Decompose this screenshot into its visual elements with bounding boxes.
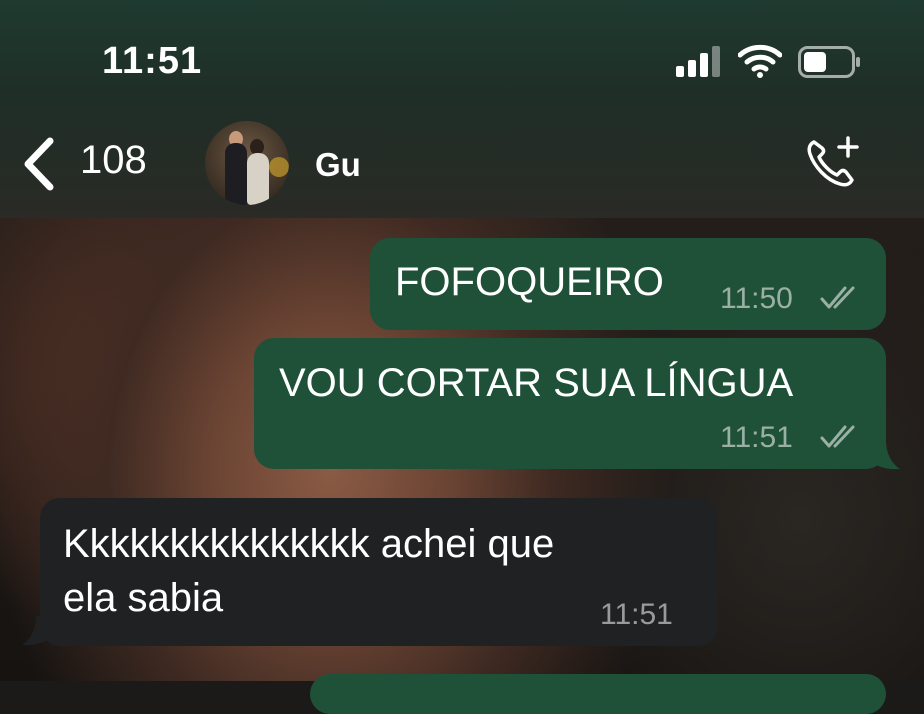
bubble-tail — [866, 440, 900, 470]
bubble-tail — [20, 616, 56, 651]
battery-icon — [798, 46, 862, 83]
chevron-left-icon[interactable] — [20, 137, 56, 196]
avatar[interactable] — [205, 121, 289, 205]
phone-add-icon[interactable] — [804, 134, 864, 195]
cellular-signal-icon — [676, 45, 720, 77]
message-text: Kkkkkkkkkkkkkkk achei que — [63, 522, 555, 566]
message-text: VOU CORTAR SUA LÍNGUA — [279, 361, 794, 405]
message-time: 11:51 — [600, 598, 673, 631]
message-time: 11:51 — [720, 421, 793, 454]
status-time: 11:51 — [102, 40, 203, 82]
read-receipt-icon — [820, 424, 864, 455]
message-text: FOFOQUEIRO — [395, 260, 664, 304]
wifi-icon — [737, 44, 783, 83]
read-receipt-icon — [820, 285, 864, 316]
outgoing-message-bubble[interactable]: FOFOQUEIRO 11:50 — [370, 238, 886, 330]
contact-name[interactable]: Gu — [315, 146, 361, 184]
header-background — [0, 0, 924, 218]
outgoing-message-bubble[interactable] — [310, 674, 886, 714]
outgoing-message-bubble[interactable]: VOU CORTAR SUA LÍNGUA 11:51 — [254, 338, 886, 469]
message-time: 11:50 — [720, 282, 793, 315]
message-text: ela sabia — [63, 576, 224, 620]
incoming-message-bubble[interactable]: Kkkkkkkkkkkkkkk achei que ela sabia 11:5… — [40, 498, 718, 646]
unread-count[interactable]: 108 — [80, 138, 147, 183]
